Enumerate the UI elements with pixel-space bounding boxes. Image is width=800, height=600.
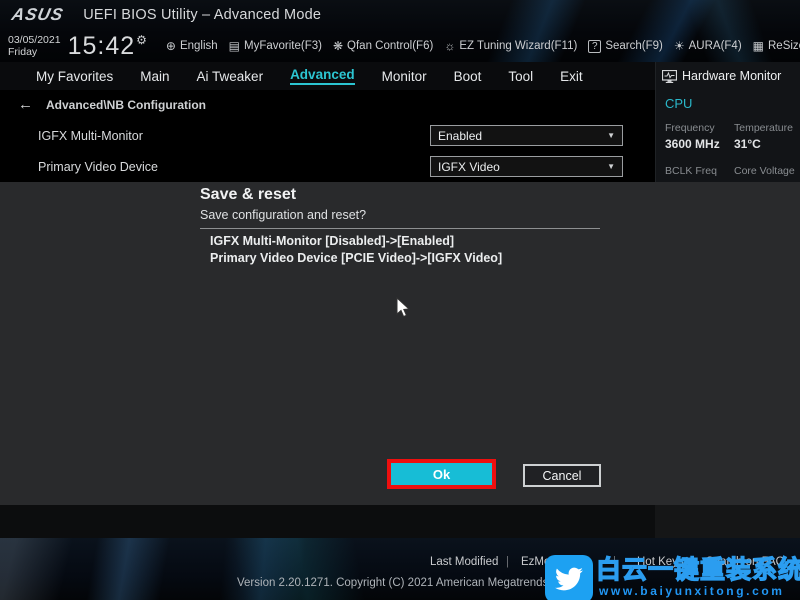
- lower-right-strip: [655, 505, 800, 538]
- favorite-list-icon: ▤: [229, 39, 240, 53]
- igfx-multi-monitor-value: Enabled: [438, 129, 482, 143]
- chevron-down-icon: ▼: [607, 162, 615, 171]
- footer-divider: |: [506, 556, 509, 568]
- my-favorite-button[interactable]: ▤ MyFavorite(F3): [229, 39, 322, 53]
- fan-icon: ❋: [333, 39, 343, 53]
- temperature-readout: Temperature 31°C: [734, 122, 793, 151]
- back-arrow-icon[interactable]: ←: [18, 96, 33, 113]
- globe-icon: ⊕: [166, 39, 176, 53]
- ez-tuning-wizard-button[interactable]: ☼ EZ Tuning Wizard(F11): [444, 39, 577, 53]
- language-selector[interactable]: ⊕ English: [166, 39, 218, 53]
- dialog-change-item: IGFX Multi-Monitor [Disabled]->[Enabled]: [210, 234, 454, 248]
- search-label: Search(F9): [605, 40, 663, 52]
- bclk-freq-readout: BCLK Freq: [665, 165, 717, 180]
- title-bar: ASUS UEFI BIOS Utility – Advanced Mode: [0, 0, 800, 30]
- main-menu-bar: My Favorites Main Ai Tweaker Advanced Mo…: [0, 62, 655, 90]
- ez-tuning-label: EZ Tuning Wizard(F11): [459, 40, 577, 52]
- igfx-multi-monitor-select[interactable]: Enabled ▼: [430, 125, 623, 146]
- cancel-button[interactable]: Cancel: [523, 464, 601, 487]
- language-label: English: [180, 40, 218, 52]
- resize-bar-label: ReSize BAR: [768, 40, 800, 52]
- tab-monitor[interactable]: Monitor: [382, 69, 427, 85]
- lightbulb-icon: ☼: [444, 39, 455, 53]
- qfan-label: Qfan Control(F6): [347, 40, 433, 52]
- dialog-question: Save configuration and reset?: [200, 208, 366, 222]
- setting-label-primary-video-device: Primary Video Device: [38, 160, 158, 174]
- breadcrumb-path: Advanced\NB Configuration: [46, 98, 206, 112]
- watermark-url: www.baiyunxitong.com: [599, 584, 785, 598]
- hardware-monitor-title: Hardware Monitor: [682, 69, 781, 83]
- top-toolbar: 03/05/2021 Friday 15:42 ⚙ ⊕ English ▤ My…: [0, 30, 800, 62]
- cpu-section-label: CPU: [665, 96, 692, 111]
- watermark-text: 白云一键重装系统: [596, 550, 800, 586]
- date-value: 03/05/2021: [8, 34, 61, 46]
- mouse-cursor: [396, 297, 412, 319]
- page-title: UEFI BIOS Utility – Advanced Mode: [83, 7, 321, 23]
- tab-main[interactable]: Main: [140, 69, 169, 85]
- asus-logo: ASUS: [10, 5, 65, 25]
- dialog-change-item: Primary Video Device [PCIE Video]->[IGFX…: [210, 251, 502, 265]
- tab-exit[interactable]: Exit: [560, 69, 583, 85]
- setting-label-igfx-multi-monitor: IGFX Multi-Monitor: [38, 129, 143, 143]
- tab-my-favorites[interactable]: My Favorites: [36, 69, 113, 85]
- my-favorite-label: MyFavorite(F3): [244, 40, 322, 52]
- save-reset-dialog: Save & reset Save configuration and rese…: [0, 182, 800, 505]
- tab-advanced[interactable]: Advanced: [290, 67, 355, 85]
- hardware-monitor-header: Hardware Monitor: [656, 62, 800, 83]
- qfan-control-button[interactable]: ❋ Qfan Control(F6): [333, 39, 433, 53]
- dialog-title: Save & reset: [200, 186, 296, 204]
- aura-button[interactable]: ☀ AURA(F4): [674, 39, 742, 53]
- day-value: Friday: [8, 46, 61, 58]
- twitter-bird-icon: [545, 555, 593, 600]
- tab-boot[interactable]: Boot: [454, 69, 482, 85]
- last-modified-button[interactable]: Last Modified: [430, 556, 498, 568]
- red-highlight-annotation: Ok: [387, 459, 496, 489]
- ok-button[interactable]: Ok: [391, 463, 492, 485]
- primary-video-device-value: IGFX Video: [438, 160, 500, 174]
- tab-tool[interactable]: Tool: [508, 69, 533, 85]
- search-button[interactable]: ? Search(F9): [588, 40, 663, 53]
- frequency-readout: Frequency 3600 MHz: [665, 122, 720, 151]
- core-voltage-readout: Core Voltage: [734, 165, 795, 180]
- aura-sun-icon: ☀: [674, 39, 685, 53]
- search-question-icon: ?: [588, 40, 601, 53]
- aura-label: AURA(F4): [689, 40, 742, 52]
- tab-ai-tweaker[interactable]: Ai Tweaker: [197, 69, 264, 85]
- primary-video-device-select[interactable]: IGFX Video ▼: [430, 156, 623, 177]
- clock-display: 15:42: [68, 32, 136, 61]
- resize-bar-icon: ▦: [753, 39, 764, 53]
- resize-bar-button[interactable]: ▦ ReSize BAR: [753, 39, 800, 53]
- dialog-divider: [200, 228, 600, 229]
- breadcrumb[interactable]: ← Advanced\NB Configuration: [18, 96, 206, 113]
- date-display: 03/05/2021 Friday: [8, 34, 61, 58]
- monitor-icon: [662, 70, 677, 83]
- bios-version-text: Version 2.20.1271. Copyright (C) 2021 Am…: [237, 577, 573, 589]
- clock-settings-gear-icon[interactable]: ⚙: [136, 33, 147, 47]
- chevron-down-icon: ▼: [607, 131, 615, 140]
- bios-screen: ASUS UEFI BIOS Utility – Advanced Mode 0…: [0, 0, 800, 600]
